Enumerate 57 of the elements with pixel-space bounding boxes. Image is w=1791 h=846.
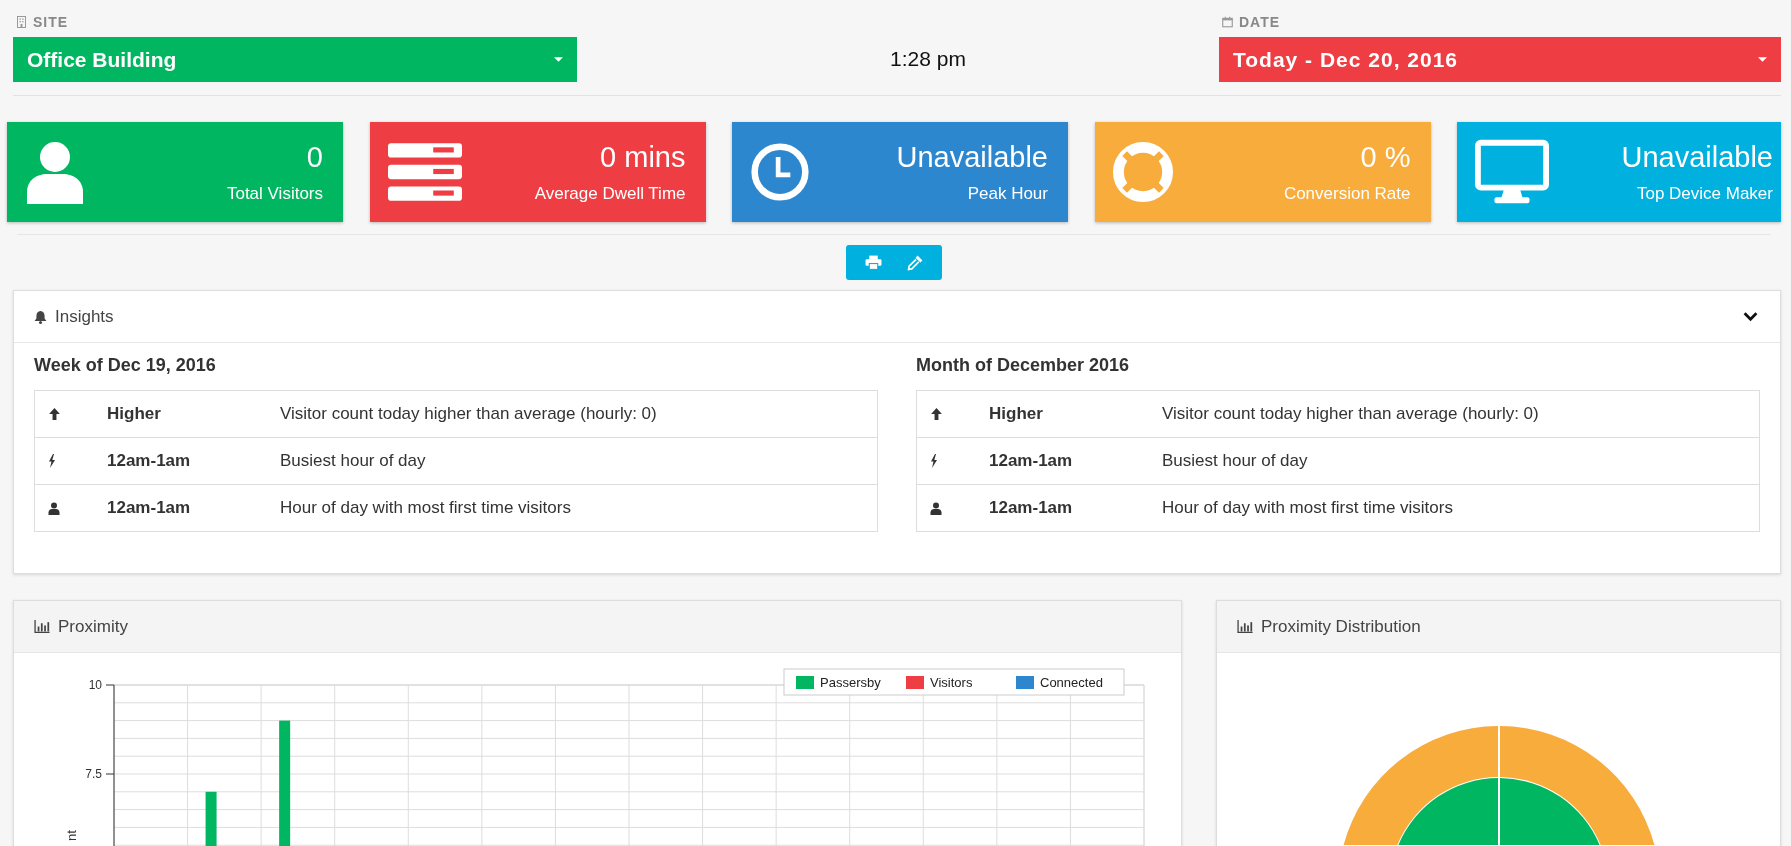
insight-text: Busiest hour of day (1162, 451, 1308, 471)
collapse-toggle[interactable] (1741, 309, 1760, 324)
stat-value: Unavailable (1621, 140, 1773, 174)
bar-chart-icon (34, 620, 50, 633)
arrow-up-icon (48, 407, 61, 421)
panel-title: Proximity Distribution (1261, 616, 1421, 637)
arrow-up-icon (930, 407, 943, 421)
y-tick-label: 7.5 (85, 767, 102, 781)
monitor-icon (1475, 139, 1549, 205)
site-dropdown[interactable]: Office Building (13, 37, 577, 82)
insight-value: 12am-1am (107, 451, 192, 471)
y-axis-label: nt (64, 830, 79, 841)
insight-text: Busiest hour of day (280, 451, 426, 471)
insight-heading: Week of Dec 19, 2016 (34, 354, 217, 377)
stat-value: Unavailable (896, 140, 1048, 174)
current-time: 1:28 pm (890, 47, 966, 71)
user-icon (48, 501, 60, 515)
insight-heading: Month of December 2016 (916, 354, 1131, 377)
caret-icon (1758, 56, 1767, 63)
building-icon (16, 16, 27, 28)
insight-value: Higher (989, 404, 1044, 424)
insight-value: 12am-1am (989, 498, 1074, 518)
caret-icon (554, 56, 563, 63)
user-icon (930, 501, 942, 515)
insight-text: Hour of day with most first time visitors (280, 498, 571, 518)
lifebuoy-icon (1112, 139, 1173, 205)
y-tick-label: 10 (88, 678, 102, 692)
site-label: SITE (33, 14, 69, 30)
stat-label: Total Visitors (226, 183, 323, 204)
bar-chart-icon (1237, 620, 1253, 633)
date-dropdown[interactable]: Today - Dec 20, 2016 (1219, 37, 1781, 82)
legend-label: Passersby (820, 675, 881, 690)
insight-value: 12am-1am (107, 498, 192, 518)
stat-value: 0 % (1360, 140, 1411, 174)
bolt-icon (930, 454, 938, 468)
insight-value: Higher (107, 404, 162, 424)
insight-value: 12am-1am (989, 451, 1074, 471)
user-icon (25, 139, 85, 205)
calendar-icon (1222, 16, 1233, 28)
stat-value: 0 mins (600, 140, 686, 174)
chevron-down-icon (1743, 311, 1758, 322)
stat-label: Conversion Rate (1283, 183, 1411, 204)
bolt-icon (48, 454, 56, 468)
insight-text: Visitor count today higher than average (hourly: 0) (280, 404, 657, 424)
print-icon (864, 255, 882, 270)
stat-value: 0 (306, 140, 323, 174)
panel-title: Insights (55, 306, 114, 327)
legend-label: Connected (1040, 675, 1103, 690)
stat-label: Average Dwell Time (534, 183, 686, 204)
bell-icon (34, 309, 47, 324)
stat-label: Top Device Maker (1636, 183, 1773, 204)
date-label: DATE (1239, 14, 1281, 30)
insight-text: Hour of day with most first time visitors (1162, 498, 1453, 518)
legend-label: Visitors (930, 675, 973, 690)
stat-label: Peak Hour (967, 183, 1048, 204)
insight-text: Visitor count today higher than average (hourly: 0) (1162, 404, 1539, 424)
panel-title: Proximity (58, 616, 128, 637)
